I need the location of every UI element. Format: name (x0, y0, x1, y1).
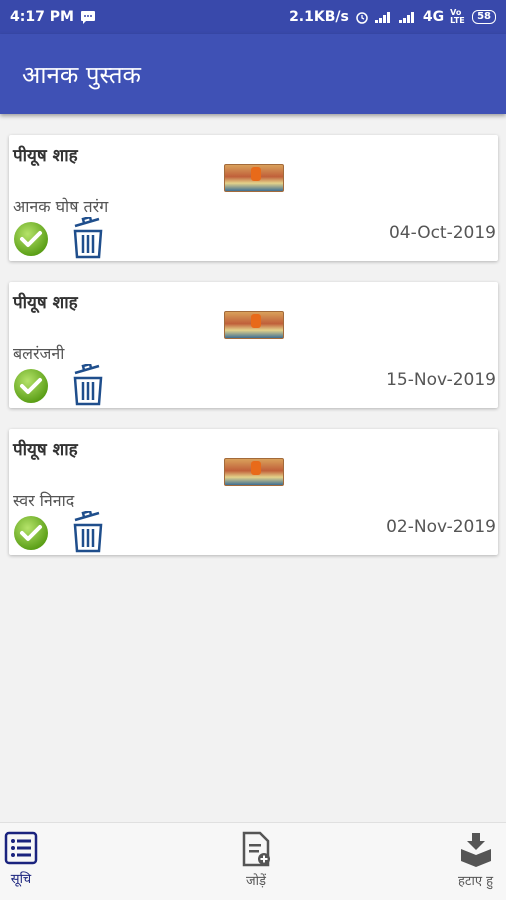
volte-label: Vo LTE (450, 8, 465, 25)
nav-list-label: सूचि (10, 872, 32, 887)
entry-title: आनक घोष तरंग (13, 197, 109, 216)
author-name: पीयूष शाह (13, 146, 78, 166)
check-circle-icon (14, 222, 48, 256)
approve-button[interactable] (13, 221, 49, 257)
list-item[interactable]: पीयूष शाह स्वर निनाद 02-Nov-2019 (9, 429, 498, 555)
nav-list-tab[interactable]: सूचि (0, 831, 46, 887)
author-name: पीयूष शाह (13, 440, 78, 460)
entry-date: 15-Nov-2019 (386, 370, 496, 390)
approve-button[interactable] (13, 368, 49, 404)
status-bar: 4:17 PM 2.1KB/s 4G Vo LTE 58 (0, 0, 506, 34)
entry-title: स्वर निनाद (13, 491, 75, 510)
alarm-icon (355, 10, 369, 24)
trash-icon (73, 362, 103, 406)
bottom-navigation: सूचि जोड़ें हटाए हु (0, 822, 506, 900)
list-item[interactable]: पीयूष शाह बलरंजनी 15-Nov-2019 (9, 282, 498, 408)
nav-add-tab[interactable]: जोड़ें (228, 831, 284, 889)
entry-date: 02-Nov-2019 (386, 517, 496, 537)
delete-button[interactable] (71, 215, 105, 259)
signal-icon-2 (398, 11, 417, 23)
battery-icon: 58 (472, 10, 496, 24)
nav-add-label: जोड़ें (246, 874, 266, 889)
list-icon (4, 831, 38, 865)
trash-icon (73, 215, 103, 259)
nav-remove-label: हटाए हु (458, 874, 494, 889)
entry-date: 04-Oct-2019 (388, 223, 496, 243)
author-name: पीयूष शाह (13, 293, 78, 313)
thumbnail-image (224, 164, 284, 192)
app-title: आनक पुस्तक (22, 60, 141, 89)
status-time: 4:17 PM (10, 9, 74, 25)
thumbnail-image (224, 458, 284, 486)
remove-box-icon (461, 833, 491, 867)
status-right: 2.1KB/s 4G Vo LTE 58 (289, 9, 496, 25)
add-document-icon (242, 831, 270, 867)
entry-title: बलरंजनी (13, 344, 65, 363)
status-left: 4:17 PM (10, 9, 96, 25)
message-icon (80, 10, 96, 24)
app-bar: आनक पुस्तक (0, 34, 506, 114)
delete-button[interactable] (71, 362, 105, 406)
nav-remove-tab[interactable]: हटाए हु (458, 831, 506, 889)
list-item[interactable]: पीयूष शाह आनक घोष तरंग 04-Oct-2019 (9, 135, 498, 261)
check-circle-icon (14, 369, 48, 403)
approve-button[interactable] (13, 515, 49, 551)
check-circle-icon (14, 516, 48, 550)
signal-icon-1 (374, 11, 393, 23)
network-type: 4G (422, 9, 445, 25)
thumbnail-image (224, 311, 284, 339)
delete-button[interactable] (71, 509, 105, 553)
trash-icon (73, 509, 103, 553)
network-speed: 2.1KB/s (289, 9, 349, 25)
